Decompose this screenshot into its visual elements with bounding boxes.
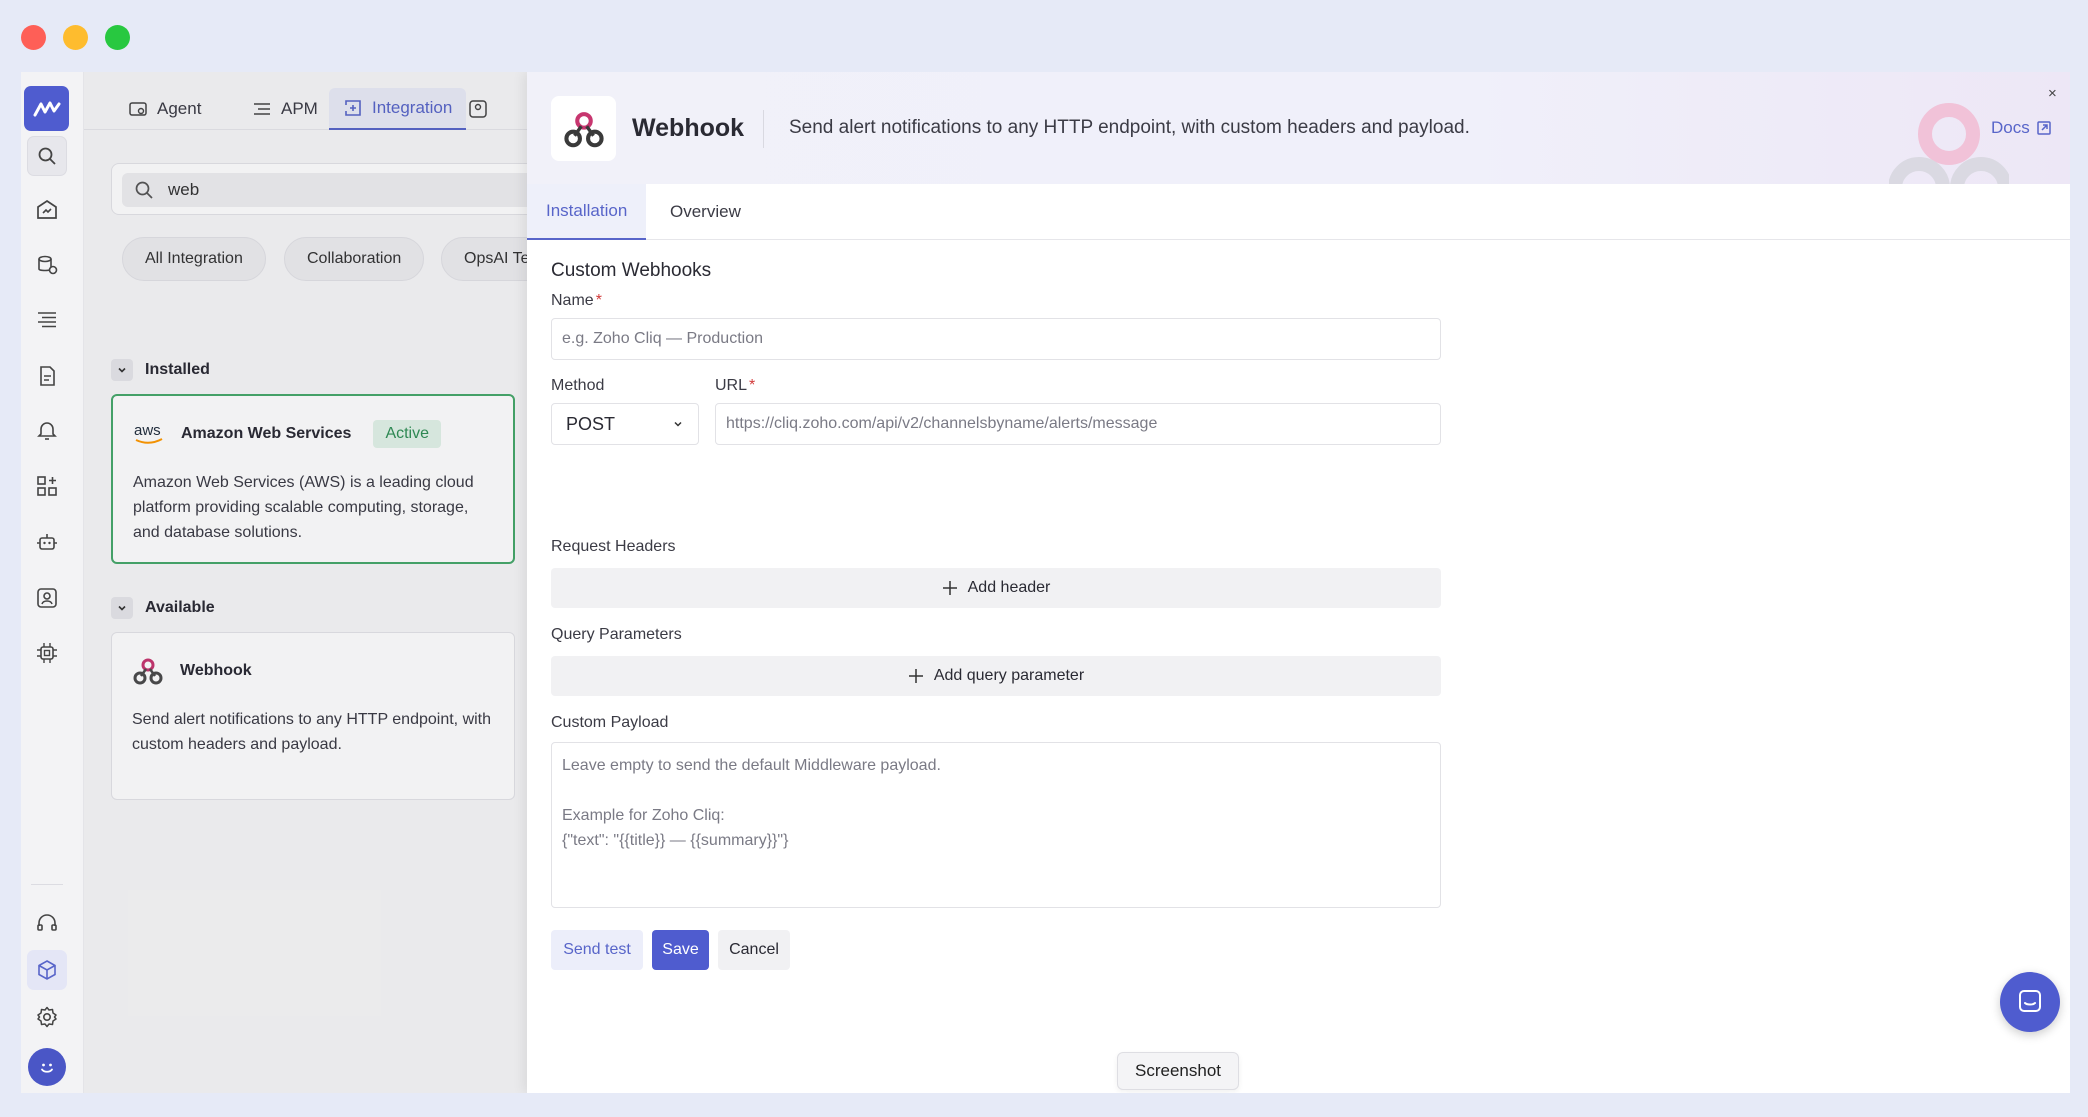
section-title: Custom Webhooks <box>551 260 712 281</box>
filter-chip-all[interactable]: All Integration <box>122 237 266 281</box>
avatar-icon[interactable] <box>28 1048 66 1086</box>
card-description: Amazon Web Services (AWS) is a leading c… <box>133 474 474 541</box>
tab-overview[interactable]: Overview <box>651 184 760 240</box>
integration-card-webhook[interactable]: Webhook Send alert notifications to any … <box>111 632 515 800</box>
method-value: POST <box>566 413 616 434</box>
name-label: Name * <box>551 292 602 309</box>
search-input[interactable] <box>168 180 468 200</box>
add-query-button[interactable]: Add query parameter <box>551 656 1441 696</box>
settings-icon[interactable] <box>27 997 67 1037</box>
sidebar-rail <box>21 72 84 1093</box>
docs-link[interactable]: Docs <box>1991 118 2052 138</box>
integrations-page: Agent APM Integration All Integration Co… <box>84 72 580 1093</box>
reports-icon[interactable] <box>27 356 67 396</box>
filter-chip-collaboration[interactable]: Collaboration <box>284 237 425 281</box>
webhook-icon <box>130 653 166 689</box>
window-controls <box>21 25 130 50</box>
tab-agent-label: Agent <box>157 99 202 118</box>
app-window: Agent APM Integration All Integration Co… <box>21 72 2070 1093</box>
chevron-down-icon <box>111 597 133 619</box>
chevron-down-icon <box>111 359 133 381</box>
status-badge: Active <box>373 420 442 448</box>
webhook-watermark-icon <box>1888 96 2012 184</box>
integration-card-aws[interactable]: aws Amazon Web Services Active Amazon We… <box>111 394 515 564</box>
tab-more[interactable] <box>454 88 502 130</box>
search-field[interactable] <box>122 173 580 207</box>
save-button[interactable]: Save <box>652 930 709 970</box>
apm-icon <box>254 103 270 115</box>
drawer-header: Webhook Send alert notifications to any … <box>527 72 2070 184</box>
package-icon[interactable] <box>27 950 67 990</box>
aws-logo-icon: aws <box>131 416 167 452</box>
plus-icon <box>908 669 923 683</box>
tab-installation[interactable]: Installation <box>527 184 647 240</box>
user-monitor-icon[interactable] <box>27 578 67 618</box>
search-icon <box>135 181 153 199</box>
available-section-header[interactable]: Available <box>111 596 215 620</box>
add-header-button[interactable]: Add header <box>551 568 1441 608</box>
headers-label: Request Headers <box>551 538 676 555</box>
support-headset-icon[interactable] <box>27 903 67 943</box>
tab-integration[interactable]: Integration <box>329 88 467 130</box>
screenshot-tooltip: Screenshot <box>1117 1052 1239 1090</box>
minimize-window-button[interactable] <box>63 25 88 50</box>
payload-textarea[interactable]: Leave empty to send the default Middlewa… <box>551 742 1441 908</box>
tab-apm[interactable]: APM <box>238 88 332 130</box>
webhook-drawer: Webhook Send alert notifications to any … <box>527 72 2070 1093</box>
search-icon[interactable] <box>27 136 67 176</box>
webhook-logo-icon <box>551 96 616 161</box>
method-select[interactable]: POST <box>551 403 699 445</box>
header-divider <box>763 110 764 148</box>
card-name: Webhook <box>180 662 252 679</box>
maximize-window-button[interactable] <box>105 25 130 50</box>
logs-icon[interactable] <box>27 300 67 340</box>
card-name: Amazon Web Services <box>181 425 352 442</box>
chevron-down-icon <box>674 421 682 427</box>
chip-icon[interactable] <box>27 633 67 673</box>
dashboard-icon[interactable] <box>27 190 67 230</box>
drawer-tabs: Installation Overview <box>527 184 2070 240</box>
search-box <box>111 163 580 215</box>
close-window-button[interactable] <box>21 25 46 50</box>
url-label: URL * <box>715 377 756 394</box>
add-query-label: Add query parameter <box>933 667 1085 684</box>
installed-heading: Installed <box>145 361 210 378</box>
url-input[interactable] <box>715 403 1441 445</box>
user-monitor-icon <box>469 100 487 118</box>
available-heading: Available <box>145 599 215 616</box>
name-input[interactable] <box>551 318 1441 360</box>
bot-icon[interactable] <box>27 522 67 562</box>
installed-section-header[interactable]: Installed <box>111 358 210 382</box>
tab-agent[interactable]: Agent <box>114 88 215 130</box>
chat-button[interactable] <box>2000 972 2060 1032</box>
plus-icon <box>942 581 957 595</box>
infrastructure-icon[interactable] <box>27 245 67 285</box>
add-header-label: Add header <box>967 579 1051 596</box>
cancel-button[interactable]: Cancel <box>718 930 790 970</box>
alerts-icon[interactable] <box>27 411 67 451</box>
top-tabs: Agent APM Integration <box>84 72 554 130</box>
middleware-logo-icon[interactable] <box>24 86 69 131</box>
send-test-button[interactable]: Send test <box>551 930 643 970</box>
integrations-grid-icon[interactable] <box>27 466 67 506</box>
agent-icon <box>129 102 147 116</box>
tab-integration-label: Integration <box>372 98 453 117</box>
drawer-subtitle: Send alert notifications to any HTTP end… <box>789 117 1470 138</box>
payload-label: Custom Payload <box>551 714 669 731</box>
tab-apm-label: APM <box>281 99 318 118</box>
query-label: Query Parameters <box>551 626 682 643</box>
chat-icon <box>2019 990 2041 1012</box>
drawer-title: Webhook <box>632 114 745 142</box>
close-icon[interactable]: × <box>2048 85 2057 102</box>
external-link-icon <box>2036 121 2051 135</box>
docs-label: Docs <box>1991 118 2030 137</box>
aws-logo-text: aws <box>134 422 161 439</box>
integration-icon <box>345 100 361 116</box>
card-description: Send alert notifications to any HTTP end… <box>132 711 492 753</box>
method-label: Method <box>551 377 605 394</box>
